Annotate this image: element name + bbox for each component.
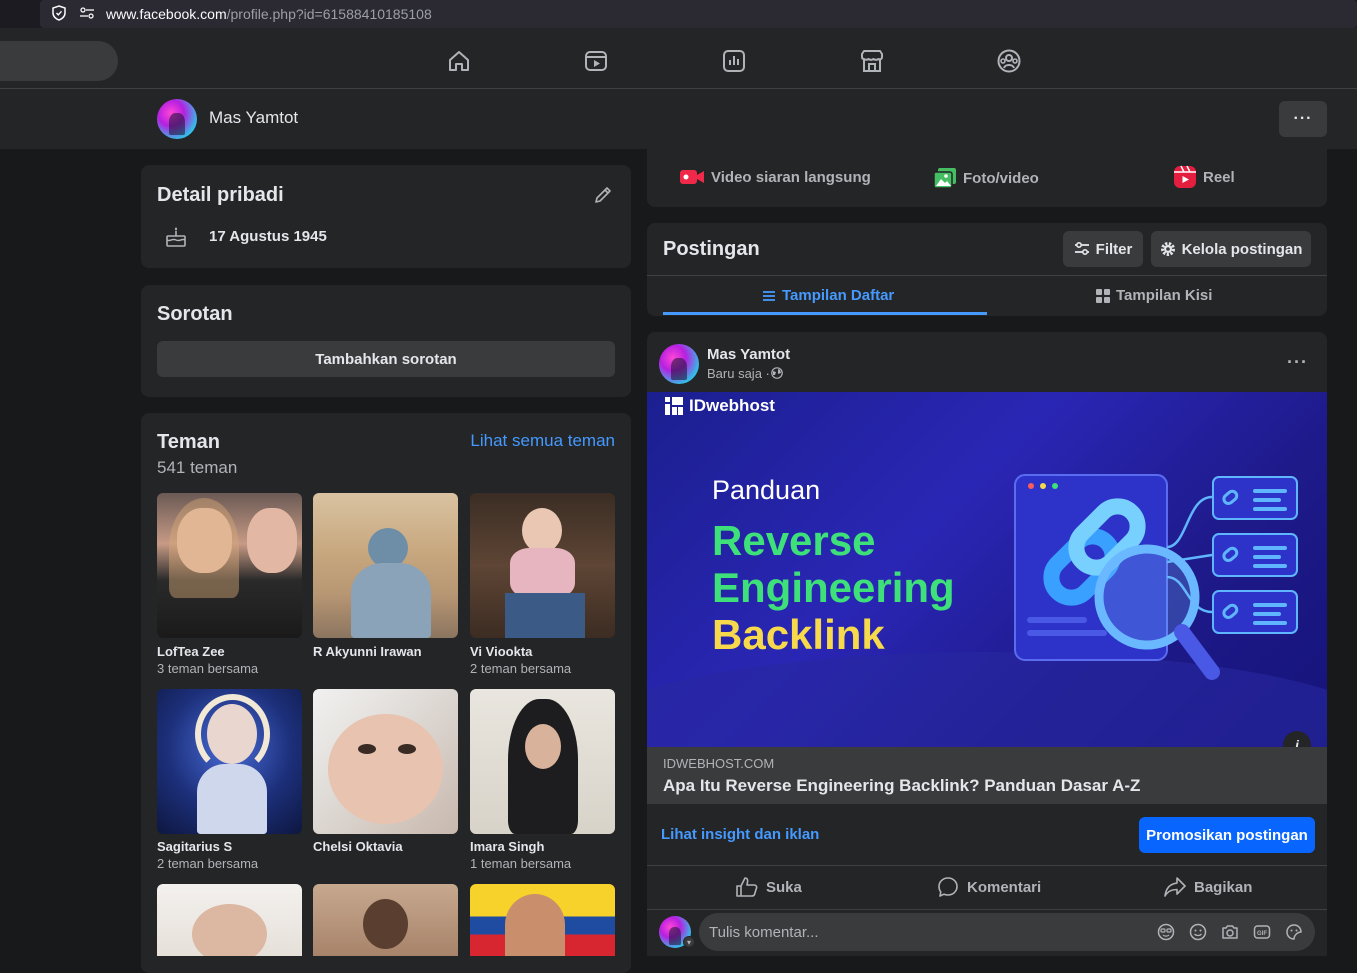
friend-mutual: 2 teman bersama — [470, 661, 572, 676]
edit-pencil-icon[interactable] — [593, 185, 613, 205]
sticker-icon[interactable] — [1285, 923, 1303, 941]
live-video-icon — [680, 170, 704, 184]
friend-photo[interactable] — [313, 689, 458, 834]
friend-mutual: 1 teman bersama — [470, 856, 572, 871]
url-field[interactable]: www.facebook.com/profile.php?id=61588410… — [40, 0, 1357, 28]
divider — [647, 909, 1327, 910]
comment-button[interactable]: Komentari — [937, 865, 1041, 909]
reel-button[interactable]: Reel — [1173, 165, 1235, 189]
search-box[interactable] — [0, 41, 118, 81]
more-options-button[interactable]: ··· — [1279, 101, 1327, 137]
friend-name[interactable]: Sagitarius S — [157, 839, 232, 854]
link-domain: IDWEBHOST.COM — [663, 756, 775, 771]
image-text-line1: Panduan — [712, 475, 821, 505]
groups-icon[interactable] — [996, 48, 1022, 74]
friend-photo[interactable] — [157, 689, 302, 834]
comment-placeholder: Tulis komentar... — [709, 924, 819, 941]
friends-title: Teman — [157, 431, 220, 453]
globe-icon — [771, 367, 783, 379]
link-headline: Apa Itu Reverse Engineering Backlink? Pa… — [663, 776, 1141, 795]
brand-logo: IDwebhost — [665, 396, 775, 416]
image-text-line3: Engineering — [712, 564, 955, 611]
post-time[interactable]: Baru saja · — [707, 366, 770, 381]
details-title: Detail pribadi — [157, 184, 284, 206]
friend-photo[interactable] — [470, 493, 615, 638]
manage-posts-button[interactable]: Kelola postingan — [1151, 231, 1311, 267]
friend-photo[interactable] — [470, 884, 615, 956]
friend-photo[interactable] — [313, 884, 458, 956]
browser-address-bar: www.facebook.com/profile.php?id=61588410… — [0, 0, 1357, 28]
tab-grid-view[interactable]: Tampilan Kisi — [1096, 287, 1212, 304]
posts-header-card: Postingan Filter Kelola postingan Tampil… — [647, 223, 1327, 316]
like-icon — [736, 877, 758, 897]
brand-logo-icon — [665, 397, 683, 415]
insights-icon[interactable] — [721, 48, 747, 74]
filter-button[interactable]: Filter — [1063, 231, 1143, 267]
marketplace-icon[interactable] — [859, 48, 885, 74]
friend-photo[interactable] — [470, 689, 615, 834]
emoji-icon[interactable] — [1189, 923, 1207, 941]
friend-photo[interactable] — [157, 884, 302, 956]
chevron-down-icon[interactable]: ▾ — [683, 936, 695, 948]
posts-title: Postingan — [663, 238, 760, 260]
home-icon[interactable] — [446, 48, 472, 74]
share-button[interactable]: Bagikan — [1164, 865, 1252, 909]
link-preview[interactable]: IDWEBHOST.COM Apa Itu Reverse Engineerin… — [647, 747, 1327, 804]
camera-icon[interactable] — [1221, 923, 1239, 941]
gear-icon — [1160, 242, 1175, 256]
grid-icon — [1096, 288, 1110, 303]
post-link-image[interactable]: IDwebhost Panduan Reverse Engineering Ba… — [647, 392, 1327, 747]
backlink-illustration — [1014, 474, 1298, 680]
reel-icon — [1174, 165, 1196, 188]
friend-mutual: 2 teman bersama — [157, 856, 259, 871]
svg-text:GIF: GIF — [1257, 931, 1267, 937]
insights-link[interactable]: Lihat insight dan iklan — [661, 826, 819, 843]
friend-name[interactable]: Chelsi Oktavia — [313, 839, 403, 854]
live-video-button[interactable]: Video siaran langsung — [679, 167, 871, 187]
birthday-text: 17 Agustus 1945 — [209, 228, 327, 245]
avatar[interactable] — [659, 344, 699, 384]
list-icon — [763, 290, 775, 301]
image-text-line2: Reverse — [712, 517, 876, 564]
highlights-card: Sorotan Tambahkan sorotan — [141, 285, 631, 397]
friend-name[interactable]: R Akyunni Irawan — [313, 644, 422, 659]
promote-post-button[interactable]: Promosikan postingan — [1139, 817, 1315, 853]
tab-list-view[interactable]: Tampilan Daftar — [762, 287, 894, 304]
filter-icon — [1074, 241, 1089, 256]
photo-video-icon — [933, 168, 956, 189]
shield-icon[interactable] — [50, 4, 68, 24]
post-options-icon[interactable]: ··· — [1287, 352, 1308, 373]
friend-photo[interactable] — [313, 493, 458, 638]
personal-details-card: Detail pribadi 17 Agustus 1945 — [141, 165, 631, 268]
url-text[interactable]: www.facebook.com/profile.php?id=61588410… — [106, 6, 432, 22]
birthday-cake-icon — [166, 227, 186, 247]
active-tab-indicator — [663, 312, 987, 315]
friend-name[interactable]: LofTea Zee — [157, 644, 225, 659]
profile-name[interactable]: Mas Yamtot — [209, 108, 298, 128]
gif-icon[interactable]: GIF — [1253, 923, 1271, 941]
add-highlight-button[interactable]: Tambahkan sorotan — [157, 341, 615, 377]
composer-actions: Video siaran langsung Foto/video Reel — [647, 149, 1327, 207]
post-author[interactable]: Mas Yamtot — [707, 346, 790, 363]
friends-count: 541 teman — [157, 458, 238, 477]
image-text-line4: Backlink — [712, 611, 885, 658]
friend-name[interactable]: Vi Viookta — [470, 644, 532, 659]
comment-icon — [938, 877, 958, 897]
profile-sticky-bar: Mas Yamtot ··· — [0, 89, 1357, 149]
more-icon: ··· — [1293, 110, 1313, 127]
friend-name[interactable]: Imara Singh — [470, 839, 544, 854]
top-navigation — [0, 28, 1357, 89]
avatar-sticker-icon[interactable] — [1157, 923, 1175, 941]
highlights-title: Sorotan — [157, 303, 233, 325]
avatar[interactable] — [157, 99, 197, 139]
friend-photo[interactable] — [157, 493, 302, 638]
video-icon[interactable] — [583, 48, 609, 74]
comment-input[interactable]: Tulis komentar... GIF — [699, 913, 1315, 951]
photo-video-button[interactable]: Foto/video — [933, 167, 1039, 189]
share-icon — [1164, 877, 1186, 897]
friend-mutual: 3 teman bersama — [157, 661, 259, 676]
page-settings-icon[interactable] — [78, 5, 96, 24]
like-button[interactable]: Suka — [736, 865, 802, 909]
see-all-friends-link[interactable]: Lihat semua teman — [470, 431, 615, 451]
